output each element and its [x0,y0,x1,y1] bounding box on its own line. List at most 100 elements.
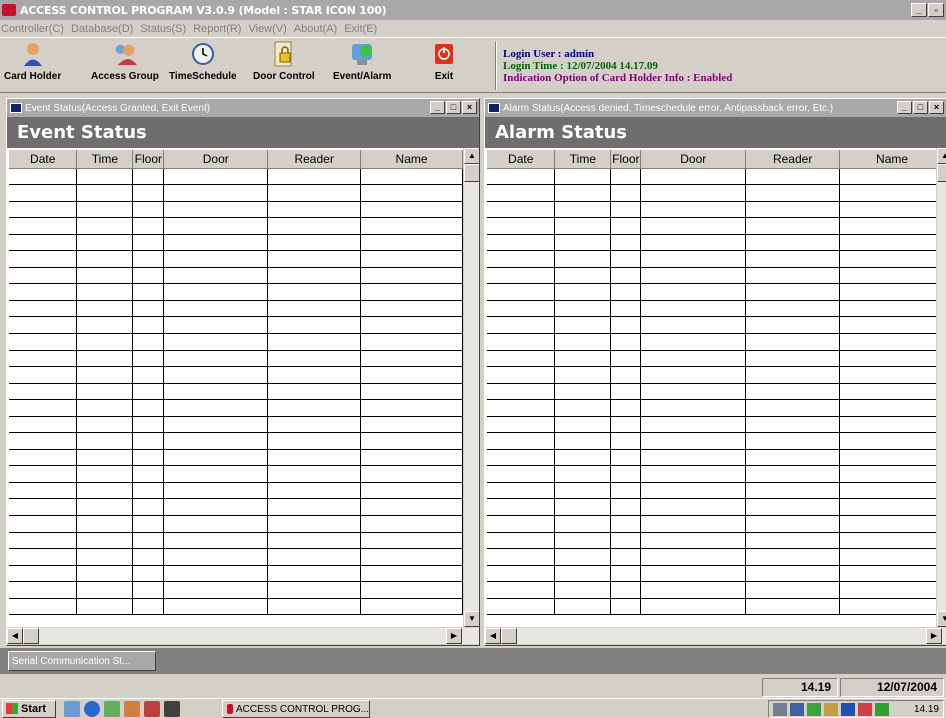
table-cell[interactable] [745,201,841,219]
table-cell[interactable] [554,316,612,334]
table-cell[interactable] [163,515,269,533]
table-cell[interactable] [9,366,78,384]
table-cell[interactable] [267,383,362,401]
table-cell[interactable] [132,267,165,285]
table-cell[interactable] [610,532,642,550]
menu-controller[interactable]: Controller(C) [1,23,64,35]
table-cell[interactable] [610,366,642,384]
table-cell[interactable] [76,532,134,550]
table-cell[interactable] [267,333,362,351]
table-cell[interactable] [745,449,841,467]
table-cell[interactable] [610,598,642,616]
table-row[interactable] [487,300,945,318]
table-cell[interactable] [487,184,556,202]
table-cell[interactable] [76,267,134,285]
table-cell[interactable] [163,217,269,235]
table-cell[interactable] [745,300,841,318]
scroll-right-icon[interactable]: ▶ [926,628,942,644]
table-cell[interactable] [554,399,612,417]
table-cell[interactable] [610,548,642,566]
table-cell[interactable] [839,399,945,417]
scroll-left-icon[interactable]: ◀ [7,628,23,644]
table-cell[interactable] [487,432,556,450]
table-cell[interactable] [839,201,945,219]
table-cell[interactable] [132,333,165,351]
table-cell[interactable] [487,267,556,285]
table-cell[interactable] [554,168,612,186]
table-cell[interactable] [554,350,612,368]
table-cell[interactable] [132,283,165,301]
scroll-down-icon[interactable]: ▼ [464,611,479,627]
table-row[interactable] [9,399,463,417]
table-cell[interactable] [360,432,463,450]
table-cell[interactable] [360,267,463,285]
table-cell[interactable] [554,581,612,599]
table-cell[interactable] [76,316,134,334]
table-cell[interactable] [487,515,556,533]
table-cell[interactable] [839,449,945,467]
table-cell[interactable] [163,184,269,202]
table-cell[interactable] [267,399,362,417]
table-cell[interactable] [267,201,362,219]
table-cell[interactable] [554,532,612,550]
table-cell[interactable] [267,416,362,434]
alarm-grid[interactable]: Date Time Floor Door Reader Name ▲ ▼ [485,148,946,627]
table-cell[interactable] [360,184,463,202]
table-cell[interactable] [360,168,463,186]
table-cell[interactable] [9,267,78,285]
event-minimize-button[interactable]: _ [430,101,445,114]
table-cell[interactable] [132,532,165,550]
table-cell[interactable] [745,383,841,401]
table-row[interactable] [9,581,463,599]
table-cell[interactable] [163,498,269,516]
scroll-thumb[interactable] [464,164,479,182]
table-cell[interactable] [487,333,556,351]
table-cell[interactable] [360,350,463,368]
table-row[interactable] [9,168,463,186]
table-row[interactable] [9,482,463,500]
table-cell[interactable] [360,581,463,599]
alarm-minimize-button[interactable]: _ [897,101,912,114]
table-cell[interactable] [267,168,362,186]
table-cell[interactable] [745,250,841,268]
col-door[interactable]: Door [163,150,269,169]
table-cell[interactable] [610,283,642,301]
table-cell[interactable] [745,234,841,252]
table-row[interactable] [487,432,945,450]
table-cell[interactable] [163,168,269,186]
table-cell[interactable] [554,217,612,235]
table-cell[interactable] [132,465,165,483]
table-cell[interactable] [487,465,556,483]
table-cell[interactable] [9,598,78,616]
table-row[interactable] [487,399,945,417]
table-cell[interactable] [9,432,78,450]
table-cell[interactable] [745,581,841,599]
tray-app-icon[interactable] [824,702,838,716]
table-cell[interactable] [839,598,945,616]
tray-app-icon[interactable] [858,702,872,716]
table-cell[interactable] [554,548,612,566]
col-time[interactable]: Time [76,150,134,169]
table-cell[interactable] [132,399,165,417]
table-cell[interactable] [554,184,612,202]
table-cell[interactable] [554,283,612,301]
table-cell[interactable] [640,350,747,368]
table-cell[interactable] [610,482,642,500]
table-cell[interactable] [554,515,612,533]
event-maximize-button[interactable]: □ [446,101,461,114]
table-cell[interactable] [745,283,841,301]
table-cell[interactable] [360,465,463,483]
table-cell[interactable] [839,581,945,599]
table-cell[interactable] [267,250,362,268]
table-cell[interactable] [487,598,556,616]
scroll-thumb[interactable] [937,164,946,182]
col-name[interactable]: Name [360,150,463,169]
table-cell[interactable] [76,581,134,599]
table-row[interactable] [487,465,945,483]
table-cell[interactable] [839,267,945,285]
table-cell[interactable] [267,432,362,450]
table-cell[interactable] [610,316,642,334]
table-cell[interactable] [163,581,269,599]
table-cell[interactable] [640,201,747,219]
table-row[interactable] [9,234,463,252]
